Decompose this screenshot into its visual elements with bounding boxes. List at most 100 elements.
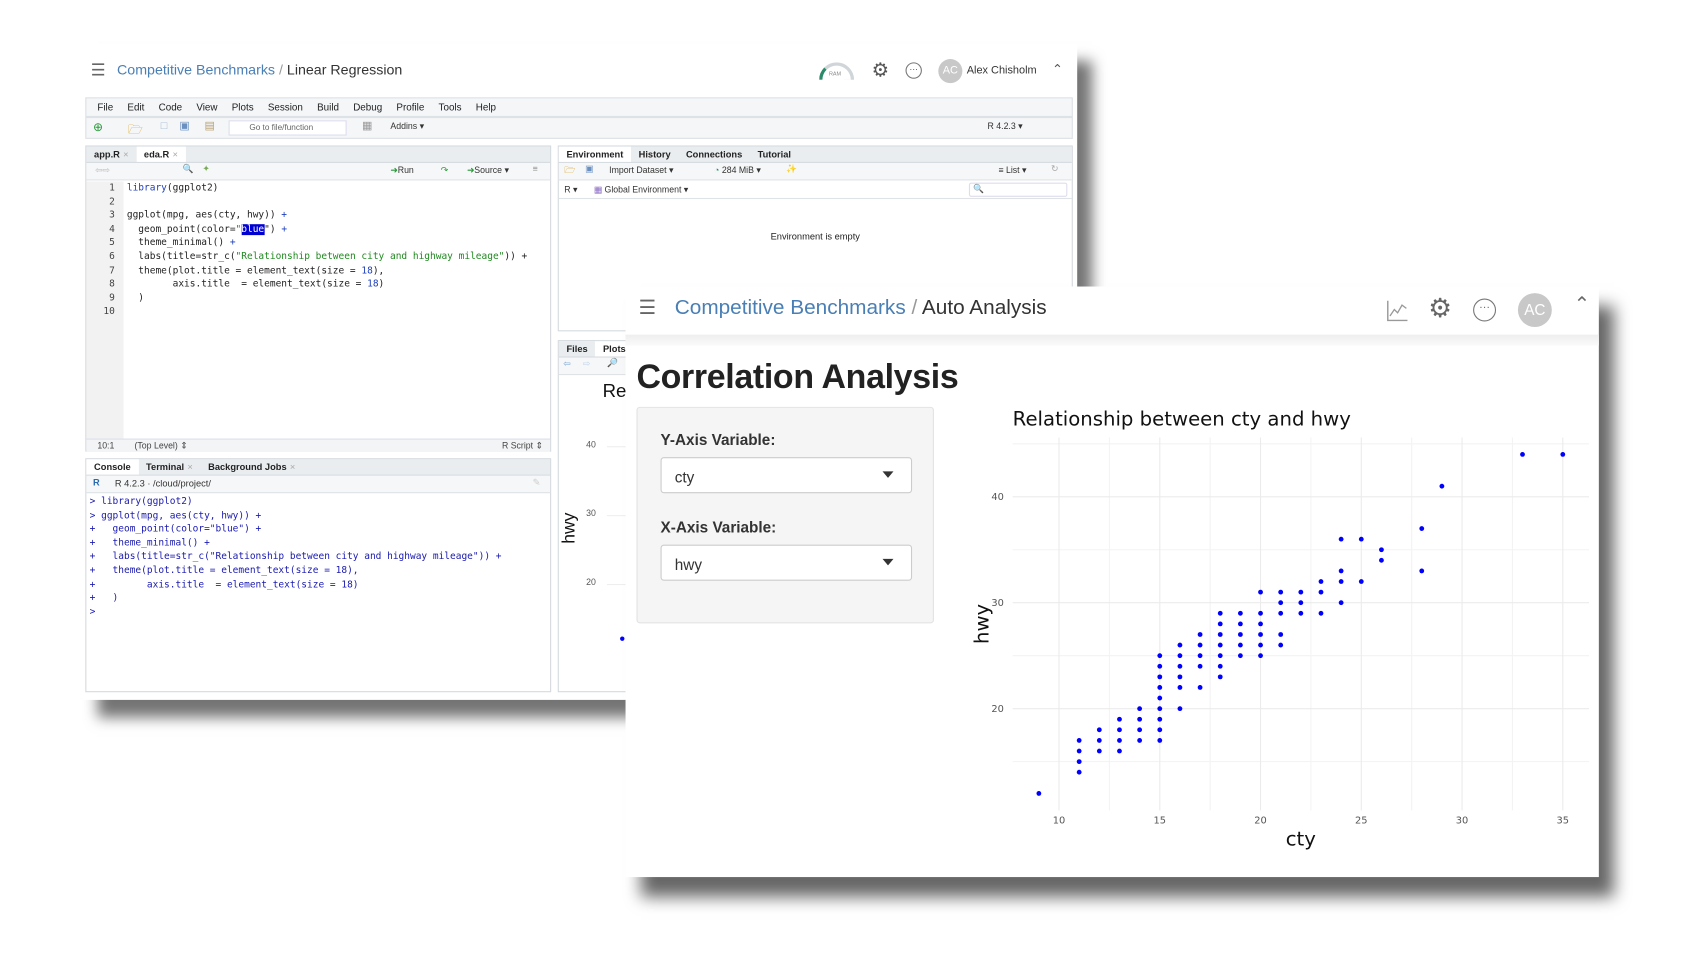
tab-app-r[interactable]: app.R × — [86, 147, 136, 162]
data-point — [1278, 589, 1284, 595]
close-tab-icon[interactable]: × — [290, 461, 295, 472]
avatar[interactable]: AC — [938, 59, 963, 84]
import-dataset-button[interactable]: Import Dataset ▾ — [609, 165, 673, 175]
view-mode-label: List — [1005, 165, 1020, 175]
breadcrumb-current: Auto Analysis — [921, 296, 1047, 320]
load-workspace-icon[interactable]: 🗁 — [564, 164, 575, 179]
gear-icon[interactable]: ⚙ — [872, 59, 890, 82]
x-axis-variable-select[interactable]: hwy — [660, 544, 913, 581]
save-icon[interactable]: □ — [161, 120, 168, 132]
outline-icon[interactable]: ≡ — [533, 164, 538, 174]
y-tick-label: 20 — [586, 577, 596, 588]
avatar[interactable]: AC — [1517, 293, 1552, 327]
memory-usage-button[interactable]: ◔ 284 MiB ▾ — [714, 165, 761, 175]
tab-tutorial[interactable]: Tutorial — [750, 147, 799, 162]
scope-label: Global Environment — [604, 184, 682, 195]
menu-debug[interactable]: Debug — [353, 102, 382, 113]
clear-console-icon[interactable]: ✎ — [533, 477, 541, 489]
line-number: 4 — [109, 223, 115, 235]
back-forward-icon[interactable]: ⇦⇨ — [95, 165, 110, 175]
new-file-icon[interactable]: ⊕ — [93, 120, 103, 134]
chevron-up-icon[interactable]: ⌃ — [1052, 61, 1063, 76]
broom-icon[interactable]: ✨ — [786, 164, 797, 174]
refresh-icon[interactable]: ↻ — [1051, 164, 1058, 174]
gear-icon[interactable]: ⚙ — [1428, 293, 1452, 325]
code-editor[interactable]: library(ggplot2) ggplot(mpg, aes(cty, hwy… — [127, 182, 527, 320]
data-point — [1258, 621, 1263, 627]
data-point — [1439, 483, 1445, 489]
x-tick-label: 25 — [1355, 815, 1368, 826]
chevron-up-icon[interactable]: ⌃ — [1574, 293, 1591, 316]
scope-selector[interactable]: (Top Level) ⇕ — [135, 441, 188, 451]
go-to-file-input[interactable]: Go to file/function — [228, 120, 347, 136]
console-tabs: Console Terminal × Background Jobs × — [86, 459, 551, 476]
data-point — [1117, 738, 1122, 743]
breadcrumb-parent-link[interactable]: Competitive Benchmarks — [117, 61, 275, 77]
user-name[interactable]: Alex Chisholm — [967, 65, 1037, 77]
menu-session[interactable]: Session — [268, 102, 303, 113]
rerun-icon[interactable]: ↷ — [441, 165, 448, 175]
menu-tools[interactable]: Tools — [439, 102, 462, 113]
dropdown-caret-icon — [882, 558, 894, 566]
console-line: > ggplot(mpg, aes(cty, hwy)) + — [89, 510, 262, 522]
menu-help[interactable]: Help — [476, 102, 496, 113]
close-tab-icon[interactable]: × — [123, 149, 128, 160]
close-tab-icon[interactable]: × — [187, 461, 192, 472]
run-button[interactable]: ➜Run — [390, 165, 413, 175]
search-icon[interactable]: 🔍 — [183, 164, 194, 174]
tab-files[interactable]: Files — [559, 341, 595, 356]
breadcrumb: Competitive Benchmarks / Auto Analysis — [675, 296, 1047, 320]
tab-label: Background Jobs — [208, 461, 287, 473]
menu-edit[interactable]: Edit — [127, 102, 144, 113]
y-axis-variable-select[interactable]: cty — [660, 457, 913, 494]
menu-plots[interactable]: Plots — [232, 102, 254, 113]
previous-plot-icon[interactable]: ⇦ — [563, 359, 570, 369]
line-number: 3 — [109, 210, 115, 222]
r-version-menu[interactable]: R 4.2.3 ▾ — [988, 121, 1023, 131]
more-options-icon[interactable]: ··· — [905, 62, 922, 79]
tab-history[interactable]: History — [631, 147, 678, 162]
tab-background-jobs[interactable]: Background Jobs × — [200, 459, 303, 474]
print-icon[interactable]: ▤ — [205, 120, 215, 132]
view-mode-button[interactable]: ≡ List ▾ — [998, 165, 1026, 175]
hamburger-menu-icon[interactable]: ☰ — [91, 60, 106, 80]
data-point — [1298, 589, 1304, 595]
data-point — [1096, 738, 1102, 743]
tab-eda-r[interactable]: eda.R × — [136, 146, 186, 162]
line-number: 8 — [109, 279, 115, 290]
menu-code[interactable]: Code — [159, 102, 183, 113]
close-tab-icon[interactable]: × — [173, 149, 178, 160]
tab-terminal[interactable]: Terminal × — [138, 459, 200, 474]
zoom-icon[interactable]: 🔎 — [607, 358, 618, 368]
hamburger-menu-icon[interactable]: ☰ — [639, 296, 657, 319]
x-tick-label: 15 — [1154, 815, 1167, 826]
breadcrumb-separator: / — [279, 61, 283, 78]
data-point — [1258, 589, 1263, 595]
addins-menu[interactable]: Addins ▾ — [390, 121, 424, 131]
file-type-selector[interactable]: R Script ⇕ — [502, 441, 543, 451]
next-plot-icon[interactable]: ⇨ — [583, 359, 590, 369]
menu-profile[interactable]: Profile — [396, 102, 424, 113]
save-all-icon[interactable]: ▣ — [179, 120, 189, 132]
tab-console[interactable]: Console — [86, 459, 139, 475]
menu-view[interactable]: View — [196, 102, 217, 113]
console-output[interactable]: > library(ggplot2) > ggplot(mpg, aes(cty,… — [90, 495, 502, 619]
menu-build[interactable]: Build — [317, 102, 339, 113]
code-token: " — [235, 223, 242, 235]
open-folder-icon[interactable]: 🗁 — [128, 120, 143, 141]
save-workspace-icon[interactable]: ▣ — [585, 164, 593, 174]
source-button[interactable]: ➜Source ▾ — [467, 165, 509, 175]
pane-layout-icon[interactable]: ▦ — [362, 120, 372, 132]
breadcrumb-parent-link[interactable]: Competitive Benchmarks — [675, 296, 906, 319]
menu-file[interactable]: File — [97, 102, 113, 113]
tab-environment[interactable]: Environment — [558, 146, 631, 162]
environment-search-input[interactable]: 🔍 — [968, 182, 1068, 197]
data-point — [1197, 685, 1203, 690]
global-environment-selector[interactable]: ▦ Global Environment ▾ — [594, 185, 688, 195]
more-options-icon[interactable]: ··· — [1473, 298, 1497, 322]
magic-wand-icon[interactable]: ✦ — [202, 164, 209, 174]
chart-icon[interactable] — [1386, 299, 1410, 323]
tab-connections[interactable]: Connections — [678, 147, 750, 162]
language-selector[interactable]: R ▾ — [564, 185, 577, 195]
y-axis-variable-label: Y-Axis Variable: — [660, 430, 776, 449]
